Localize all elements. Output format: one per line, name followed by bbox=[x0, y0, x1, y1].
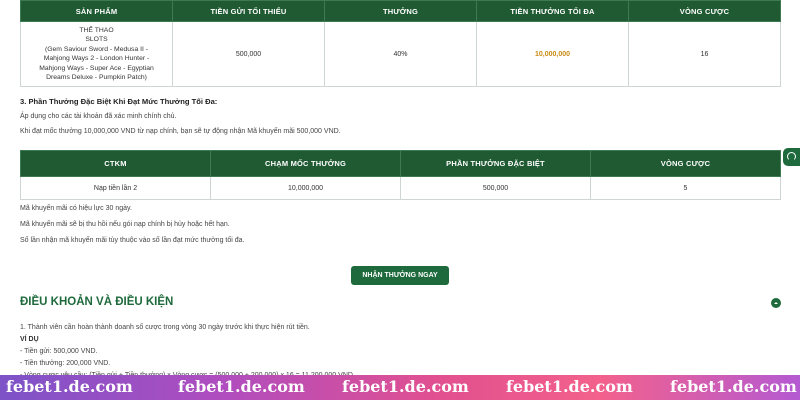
terms-deposit: - Tiền gửi: 500,000 VND. bbox=[20, 348, 98, 355]
ctkm-cell: Nạp tiền lần 2 bbox=[20, 176, 211, 200]
product-line: SLOTS bbox=[85, 36, 108, 43]
col-header-wager: VÒNG CƯỢC bbox=[590, 150, 781, 177]
col-header-max-bonus: TIỀN THƯỞNG TỐI ĐA bbox=[476, 0, 629, 22]
watermark-text: febet1.de.com bbox=[178, 377, 305, 396]
product-line: Mahjong Ways 2 - London Hunter - bbox=[43, 55, 150, 62]
watermark-text: febet1.de.com bbox=[342, 377, 469, 396]
col-header-product: SẢN PHẨM bbox=[20, 0, 173, 22]
promo-table-header-row: SẢN PHẨM TIỀN GỬI TỐI THIỂU THƯỞNG TIỀN … bbox=[20, 0, 781, 22]
section-3-line-1: Áp dụng cho các tài khoản đã xác minh ch… bbox=[20, 113, 177, 120]
terms-line-1: 1. Thành viên cần hoàn thành doanh số cư… bbox=[20, 324, 310, 331]
watermark-text: febet1.de.com bbox=[6, 377, 133, 396]
product-line: Dreams Deluxe - Pumpkin Patch) bbox=[46, 74, 147, 81]
col-header-special-reward: PHẦN THƯỞNG ĐẶC BIỆT bbox=[400, 150, 591, 177]
special-reward-cell: 500,000 bbox=[400, 176, 591, 200]
max-bonus-cell: 10,000,000 bbox=[476, 21, 629, 87]
note-revocation: Mã khuyến mãi sẽ bị thu hồi nếu gói nạp … bbox=[20, 221, 230, 228]
note-frequency: Số lần nhận mã khuyến mãi tùy thuộc vào … bbox=[20, 237, 245, 244]
claim-reward-button[interactable]: NHẬN THƯỞNG NGAY bbox=[351, 266, 449, 285]
note-validity: Mã khuyến mãi có hiệu lực 30 ngày. bbox=[20, 205, 132, 212]
product-cell: THỂ THAO SLOTS (Gem Saviour Sword - Medu… bbox=[20, 21, 173, 87]
terms-example-label: VÍ DỤ bbox=[20, 336, 39, 343]
col-header-bonus: THƯỞNG bbox=[324, 0, 477, 22]
section-3-line-2: Khi đạt mốc thưởng 10,000,000 VND từ nạp… bbox=[20, 128, 341, 135]
headset-icon[interactable] bbox=[783, 148, 800, 166]
special-reward-header-row: CTKM CHẠM MỐC THƯỞNG PHẦN THƯỞNG ĐẶC BIỆ… bbox=[20, 150, 781, 177]
chevron-up-icon[interactable] bbox=[771, 298, 781, 308]
min-deposit-cell: 500,000 bbox=[172, 21, 325, 87]
watermark-text: febet1.de.com bbox=[670, 377, 797, 396]
watermark-banner: febet1.de.com febet1.de.com febet1.de.co… bbox=[0, 375, 800, 400]
special-reward-table: CTKM CHẠM MỐC THƯỞNG PHẦN THƯỞNG ĐẶC BIỆ… bbox=[20, 150, 781, 200]
terms-heading[interactable]: ĐIỀU KHOẢN VÀ ĐIỀU KIỆN bbox=[20, 296, 173, 308]
section-3-heading: 3. Phần Thưởng Đặc Biệt Khi Đạt Mức Thưở… bbox=[20, 97, 218, 106]
terms-bonus: - Tiền thưởng: 200,000 VND. bbox=[20, 360, 111, 367]
col-header-min-deposit: TIỀN GỬI TỐI THIỂU bbox=[172, 0, 325, 22]
product-line: THỂ THAO bbox=[79, 26, 114, 34]
col-header-ctkm: CTKM bbox=[20, 150, 211, 177]
table-row: Nạp tiền lần 2 10,000,000 500,000 5 bbox=[20, 176, 781, 200]
bonus-cell: 40% bbox=[324, 21, 477, 87]
wager-cell: 5 bbox=[590, 176, 781, 200]
wager-cell: 16 bbox=[628, 21, 781, 87]
table-row: THỂ THAO SLOTS (Gem Saviour Sword - Medu… bbox=[20, 21, 781, 87]
product-line: (Gem Saviour Sword - Medusa II - bbox=[44, 45, 149, 53]
product-line: Mahjong Ways - Super Ace - Egyptian bbox=[39, 64, 154, 72]
promo-table: SẢN PHẨM TIỀN GỬI TỐI THIỂU THƯỞNG TIỀN … bbox=[20, 0, 781, 87]
col-header-milestone: CHẠM MỐC THƯỞNG bbox=[210, 150, 401, 177]
milestone-cell: 10,000,000 bbox=[210, 176, 401, 200]
col-header-wager: VÒNG CƯỢC bbox=[628, 0, 781, 22]
watermark-text: febet1.de.com bbox=[506, 377, 633, 396]
